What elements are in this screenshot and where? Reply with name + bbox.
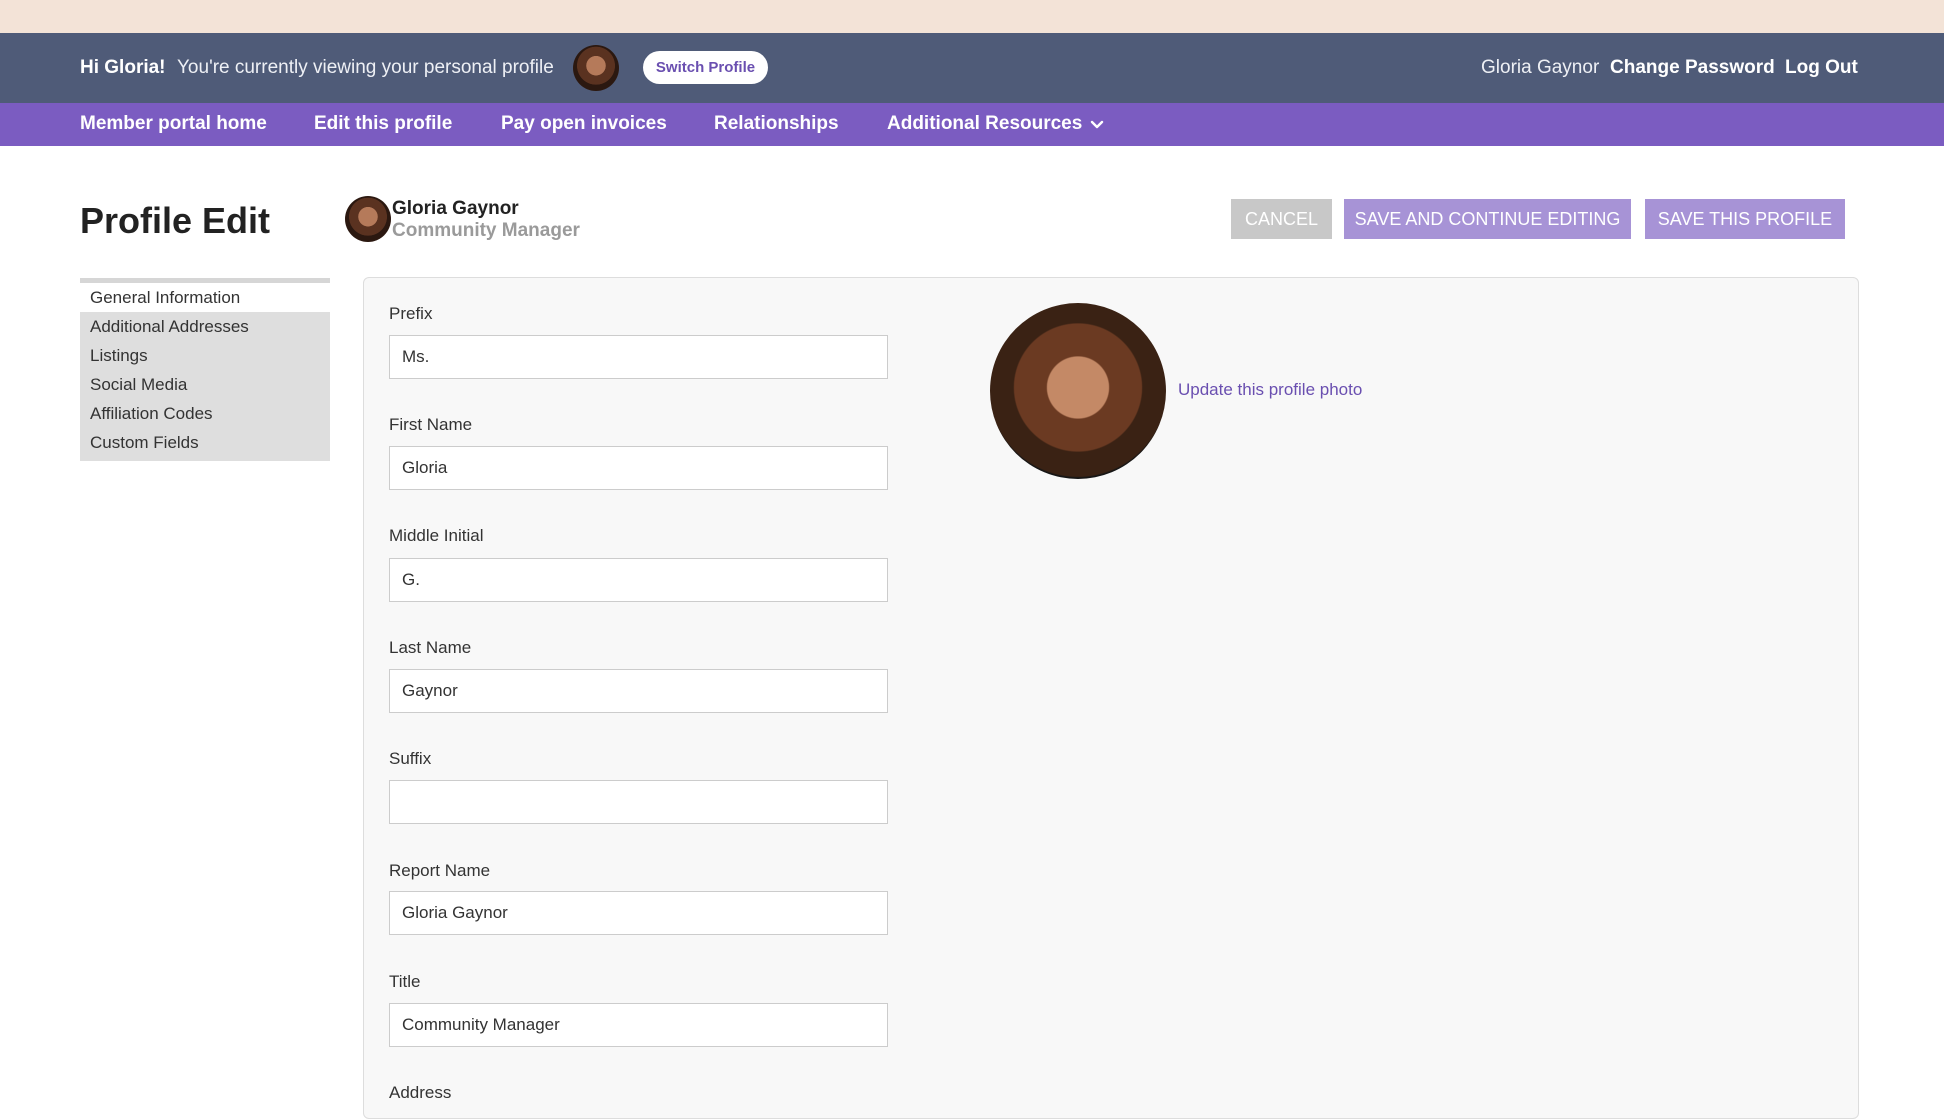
last-name-label: Last Name — [389, 638, 472, 657]
sidebar-item-label: Custom Fields — [90, 433, 199, 452]
sidebar-item-additional-addresses[interactable]: Additional Addresses — [80, 312, 330, 341]
nav-member-portal-home[interactable]: Member portal home — [80, 113, 267, 135]
first-name-label: First Name — [389, 415, 473, 434]
prefix-input[interactable] — [389, 335, 888, 379]
user-name[interactable]: Gloria Gaynor — [1481, 57, 1599, 79]
sidebar-item-custom-fields[interactable]: Custom Fields — [80, 428, 330, 457]
title-input[interactable] — [389, 1003, 888, 1047]
avatar[interactable] — [573, 45, 619, 91]
sidebar-item-label: Social Media — [90, 375, 188, 394]
greeting: Hi Gloria! — [80, 57, 166, 78]
page-title: Profile Edit — [80, 200, 271, 241]
header-bar: Hi Gloria! You're currently viewing your… — [0, 33, 1944, 103]
profile-name: Gloria Gaynor — [392, 198, 519, 219]
sidebar-item-label: Additional Addresses — [90, 317, 249, 336]
sidebar-item-listings[interactable]: Listings — [80, 341, 330, 370]
title-label: Title — [389, 972, 421, 991]
profile-photo — [990, 303, 1166, 479]
sidebar-item-affiliation-codes[interactable]: Affiliation Codes — [80, 399, 330, 428]
sidebar-item-label: Listings — [90, 346, 148, 365]
middle-initial-input[interactable] — [389, 558, 888, 602]
nav-relationships[interactable]: Relationships — [714, 113, 839, 135]
profile-avatar — [345, 196, 391, 242]
main-nav: Member portal home Edit this profile Pay… — [0, 103, 1944, 146]
change-password-link[interactable]: Change Password — [1610, 57, 1775, 79]
save-and-continue-button[interactable]: SAVE AND CONTINUE EDITING — [1344, 199, 1631, 239]
nav-edit-profile[interactable]: Edit this profile — [314, 113, 452, 135]
chevron-down-icon[interactable] — [1090, 118, 1104, 132]
last-name-input[interactable] — [389, 669, 888, 713]
sidebar-item-label: Affiliation Codes — [90, 404, 213, 423]
logout-link[interactable]: Log Out — [1785, 57, 1858, 79]
sidebar: General Information Additional Addresses… — [80, 278, 330, 461]
top-strip — [0, 0, 1944, 33]
cancel-button[interactable]: CANCEL — [1231, 199, 1332, 239]
viewing-text: You're currently viewing your personal p… — [177, 57, 554, 78]
middle-initial-label: Middle Initial — [389, 526, 484, 545]
sidebar-item-label: General Information — [90, 288, 241, 307]
nav-additional-resources[interactable]: Additional Resources — [887, 113, 1082, 135]
sidebar-item-social-media[interactable]: Social Media — [80, 370, 330, 399]
prefix-label: Prefix — [389, 304, 433, 323]
update-photo-link[interactable]: Update this profile photo — [1178, 380, 1362, 400]
first-name-input[interactable] — [389, 446, 888, 490]
sidebar-item-general-information[interactable]: General Information — [80, 283, 330, 312]
switch-profile-button[interactable]: Switch Profile — [643, 51, 768, 84]
nav-pay-invoices[interactable]: Pay open invoices — [501, 113, 667, 135]
suffix-input[interactable] — [389, 780, 888, 824]
profile-title: Community Manager — [392, 220, 580, 241]
suffix-label: Suffix — [389, 749, 432, 768]
report-name-input[interactable] — [389, 891, 888, 935]
address-label: Address — [389, 1083, 452, 1102]
save-profile-button[interactable]: SAVE THIS PROFILE — [1645, 199, 1845, 239]
report-name-label: Report Name — [389, 861, 491, 880]
